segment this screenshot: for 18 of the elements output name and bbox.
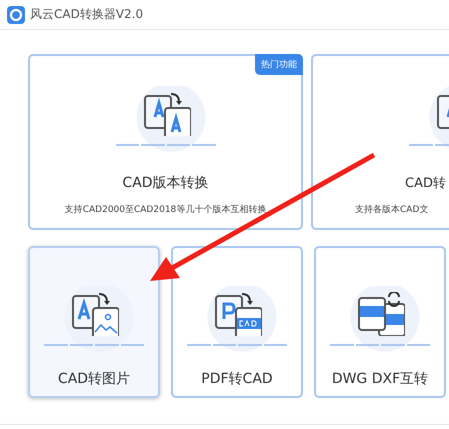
hot-feature-badge: 热门功能 [255, 54, 303, 75]
document-conversion-icon [69, 292, 119, 336]
card-description: 支持各版本CAD文 [355, 204, 428, 216]
card-title: CAD转 [405, 175, 446, 192]
card-title: CAD转图片 [58, 370, 130, 388]
card-title: DWG DXF互转 [332, 370, 428, 388]
card-description: 支持CAD2000至CAD2018等几十个版本互相转换 [64, 204, 266, 216]
tool-card[interactable]: PDF转CAD [171, 246, 303, 398]
feature-card[interactable]: CAD转 支持各版本CAD文 [311, 54, 449, 230]
document-conversion-icon [355, 292, 405, 336]
tool-card[interactable]: CAD转图片 [28, 246, 160, 398]
document-conversion-icon [212, 292, 262, 336]
feature-card[interactable]: 热门功能 CAD版本转换 支持CAD2000至CAD2018等几十个版本互相转换 [28, 54, 303, 230]
window-title: 风云CAD转换器V2.0 [30, 6, 144, 23]
card-title: PDF转CAD [201, 370, 273, 388]
card-title: CAD版本转换 [122, 174, 209, 192]
app-logo-icon [7, 6, 25, 24]
tool-card[interactable]: DWG DXF互转 [314, 246, 446, 398]
